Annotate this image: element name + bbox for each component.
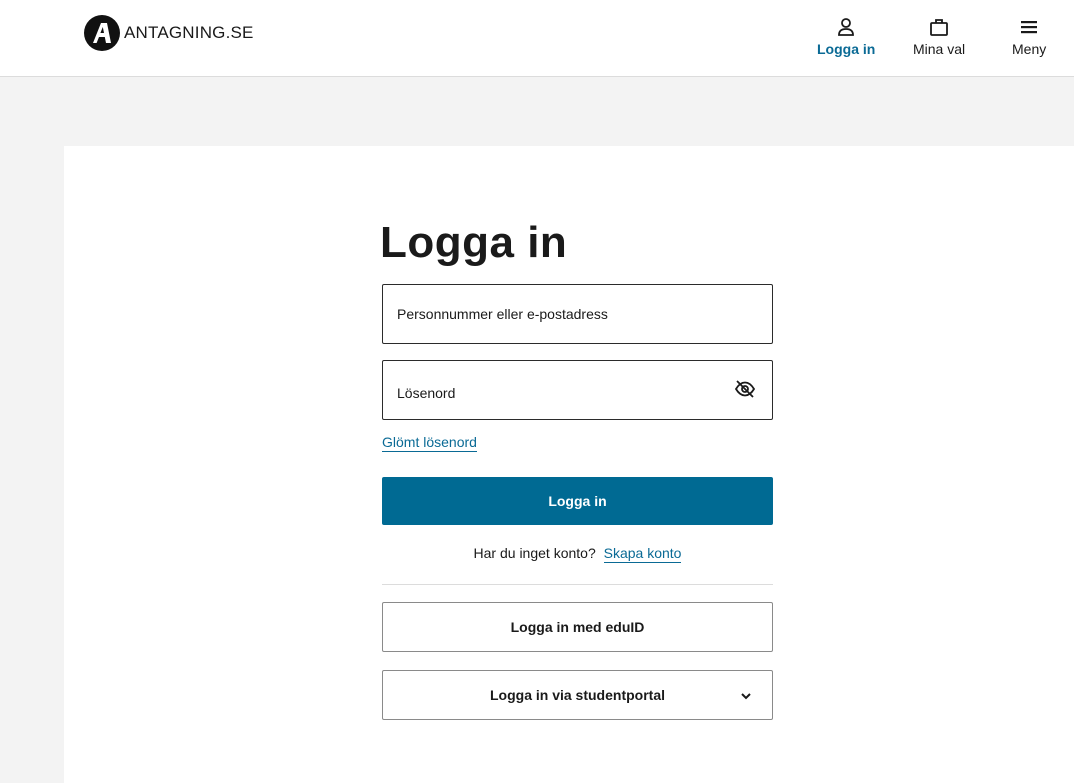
user-icon <box>838 18 855 36</box>
page-title: Logga in <box>380 218 568 267</box>
nav-my-choices-label: Mina val <box>913 41 966 57</box>
divider <box>382 584 773 585</box>
antagning-logo-icon <box>84 15 120 51</box>
forgot-password-link[interactable]: Glömt lösenord <box>382 434 477 452</box>
eduid-login-label: Logga in med eduID <box>510 619 645 635</box>
nav-menu-label: Meny <box>1012 41 1047 57</box>
password-input[interactable] <box>397 379 758 401</box>
username-field[interactable] <box>382 284 773 344</box>
nav-menu[interactable]: Meny <box>1012 17 1046 57</box>
studentportal-login-label: Logga in via studentportal <box>489 687 665 703</box>
hamburger-icon <box>1021 21 1038 34</box>
eduid-login-button[interactable]: Logga in med eduID <box>382 602 773 652</box>
no-account-row: Har du inget konto? Skapa konto <box>382 545 773 563</box>
username-input[interactable] <box>397 306 758 322</box>
nav-my-choices[interactable]: Mina val <box>913 17 965 57</box>
briefcase-icon <box>930 19 948 36</box>
no-account-text: Har du inget konto? <box>473 545 596 561</box>
nav-login[interactable]: Logga in <box>817 17 875 57</box>
brand-name: ANTAGNING.SE <box>124 23 254 42</box>
chevron-down-icon <box>741 693 751 700</box>
nav-login-label: Logga in <box>817 41 876 57</box>
eye-slash-icon[interactable] <box>734 379 756 399</box>
studentportal-login-button[interactable]: Logga in via studentportal <box>382 670 773 720</box>
password-field[interactable] <box>382 360 773 420</box>
brand-logo[interactable]: ANTAGNING.SE <box>84 15 254 51</box>
login-button[interactable]: Logga in <box>382 477 773 525</box>
site-header: ANTAGNING.SE Logga in Mina val Meny <box>0 0 1074 77</box>
create-account-link[interactable]: Skapa konto <box>603 545 682 563</box>
